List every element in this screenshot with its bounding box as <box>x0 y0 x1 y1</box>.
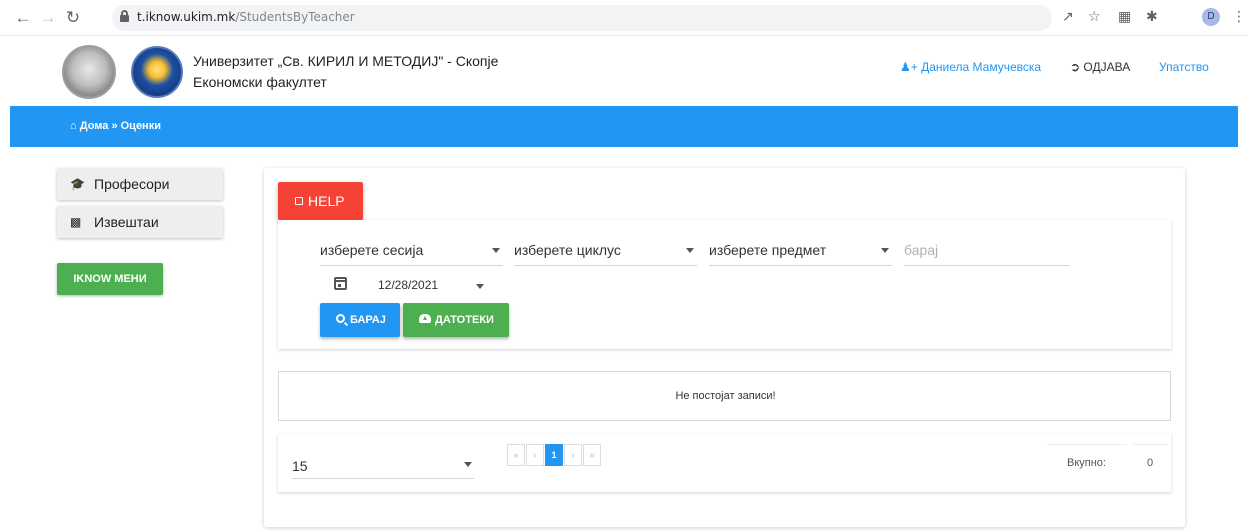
url-host: t.iknow.ukim.mk <box>137 10 236 24</box>
faculty-logo <box>131 46 183 98</box>
total-count-value: 0 <box>1147 457 1154 469</box>
empty-message: Не постојат записи! <box>675 390 776 402</box>
records-table: Не постојат записи! <box>278 371 1171 421</box>
current-page-button[interactable]: 1 <box>545 444 563 466</box>
guide-link[interactable]: Упатство <box>1159 60 1209 74</box>
user-link[interactable]: ♟+ Даниела Мамучевска <box>900 60 1041 74</box>
sidebar-item-label: Извештаи <box>94 214 159 230</box>
search-button-label: БАРАЈ <box>350 314 386 326</box>
main-card: HELP изберете сесија изберете циклус изб… <box>264 168 1185 527</box>
session-select-value: изберете сесија <box>320 242 424 258</box>
faculty-name: Економски факултет <box>193 74 327 90</box>
total-label: Вкупно: <box>1047 444 1127 480</box>
subject-select-value: изберете предмет <box>709 242 827 258</box>
breadcrumb-bar: ⌂ Дома » Оценки <box>10 106 1238 147</box>
session-select[interactable]: изберете сесија <box>320 234 503 266</box>
cycle-select-value: изберете циклус <box>514 242 621 258</box>
university-name: Универзитет „Св. КИРИЛ И МЕТОДИЈ" - Скоп… <box>193 53 499 69</box>
reload-icon[interactable]: ↻ <box>62 7 84 29</box>
chevron-down-icon <box>464 462 472 467</box>
url-text[interactable]: t.iknow.ukim.mk/StudentsByTeacher <box>137 10 355 24</box>
sidebar-item-label: Професори <box>94 176 170 192</box>
chevron-down-icon <box>686 248 694 253</box>
breadcrumb: ⌂ Дома » Оценки <box>70 120 161 132</box>
star-icon[interactable]: ☆ <box>1088 8 1101 25</box>
share-icon[interactable]: ↗ <box>1062 8 1074 25</box>
logout-label: ОДЈАВА <box>1083 60 1131 74</box>
sidebar-item-reports[interactable]: ▩ Извештаи <box>57 206 223 238</box>
url-path: /StudentsByTeacher <box>235 10 355 24</box>
subject-select[interactable]: изберете предмет <box>709 234 892 266</box>
page-size-value: 15 <box>292 458 308 474</box>
prev-page-button[interactable]: ‹ <box>526 444 544 466</box>
sidebar-item-professors[interactable]: 🎓 Професори <box>57 168 223 200</box>
user-icon: ♟+ <box>900 60 918 74</box>
breadcrumb-separator-icon: » <box>111 120 118 132</box>
chevron-down-icon <box>492 248 500 253</box>
graduation-cap-icon: 🎓 <box>70 177 85 191</box>
chevron-down-icon <box>476 284 484 289</box>
first-page-button[interactable]: « <box>507 444 525 466</box>
bar-chart-icon: ▩ <box>70 215 82 229</box>
home-icon: ⌂ <box>70 120 77 132</box>
total-count: 0 <box>1132 444 1168 480</box>
site-header: Универзитет „Св. КИРИЛ И МЕТОДИЈ" - Скоп… <box>0 36 1248 106</box>
chevron-down-icon <box>881 248 889 253</box>
pagination-panel: 15 « ‹ 1 › » Вкупно: 0 <box>278 434 1171 492</box>
extension-icon[interactable]: ▦ <box>1118 8 1131 25</box>
university-seal-logo <box>62 45 116 99</box>
date-picker[interactable]: 12/28/2021 <box>364 272 494 298</box>
back-arrow-icon[interactable]: ← <box>12 7 34 29</box>
help-button[interactable]: HELP <box>278 182 363 220</box>
help-label: HELP <box>308 193 345 209</box>
calendar-icon[interactable] <box>334 277 347 290</box>
search-button[interactable]: БАРАЈ <box>320 303 400 337</box>
breadcrumb-home[interactable]: Дома <box>80 120 109 132</box>
forward-arrow-icon[interactable]: → <box>37 7 59 29</box>
sign-out-icon: ➲ <box>1070 60 1081 74</box>
cycle-select[interactable]: изберете циклус <box>514 234 697 266</box>
logout-link[interactable]: ➲ ОДЈАВА <box>1070 60 1130 74</box>
total-label-text: Вкупно: <box>1067 457 1106 469</box>
iknow-menu-button[interactable]: IKNOW МЕНИ <box>57 263 163 295</box>
cloud-upload-icon <box>419 314 431 323</box>
files-button-label: ДАТОТЕКИ <box>435 314 494 326</box>
help-square-icon <box>295 197 303 205</box>
search-input[interactable] <box>904 234 1070 266</box>
profile-avatar[interactable]: D <box>1202 8 1220 26</box>
date-value: 12/28/2021 <box>378 278 439 292</box>
lock-icon <box>120 10 129 22</box>
page-size-select[interactable]: 15 <box>292 448 474 479</box>
browser-menu-icon[interactable]: ⋮ <box>1232 8 1246 25</box>
files-button[interactable]: ДАТОТЕКИ <box>403 303 509 337</box>
search-icon <box>336 314 345 323</box>
browser-toolbar: ← → ↻ t.iknow.ukim.mk/StudentsByTeacher … <box>0 0 1248 36</box>
breadcrumb-current[interactable]: Оценки <box>121 120 161 132</box>
next-page-button[interactable]: › <box>564 444 582 466</box>
puzzle-icon[interactable]: ✱ <box>1146 8 1158 25</box>
last-page-button[interactable]: » <box>583 444 601 466</box>
user-name: Даниела Мамучевска <box>921 60 1042 74</box>
filter-panel: изберете сесија изберете циклус изберете… <box>278 220 1171 349</box>
